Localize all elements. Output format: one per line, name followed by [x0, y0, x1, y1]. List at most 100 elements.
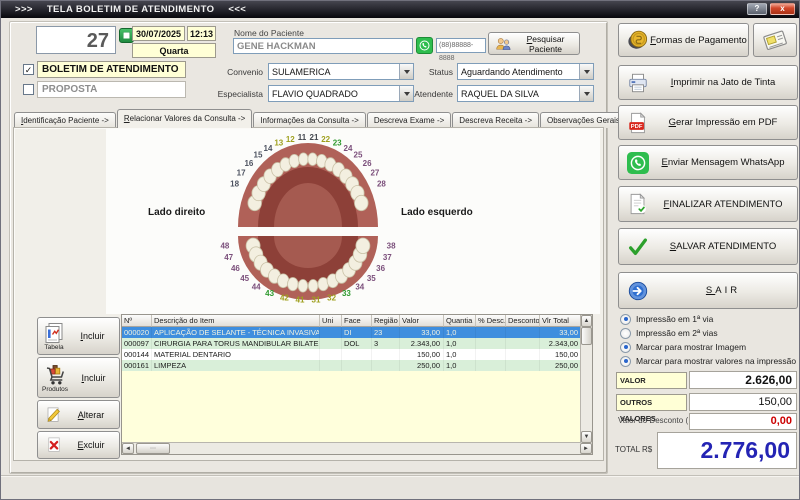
- tooth-shape-31[interactable]: [308, 280, 318, 293]
- scroll-down-icon[interactable]: ▼: [581, 431, 592, 443]
- tooth-shape-21[interactable]: [308, 153, 318, 166]
- column-header[interactable]: Descrição do Item: [152, 315, 320, 327]
- atendente-select[interactable]: RAQUEL DA SILVA: [457, 85, 594, 102]
- tooth-number-14[interactable]: 14: [264, 144, 273, 153]
- tooth-number-32[interactable]: 32: [327, 293, 336, 302]
- tooth-number-11[interactable]: 11: [298, 133, 307, 142]
- column-header[interactable]: Vlr Total: [540, 315, 582, 327]
- sair-button[interactable]: SAIR: [618, 272, 798, 309]
- whatsapp-phone-button[interactable]: [416, 37, 433, 54]
- chevron-down-icon[interactable]: [579, 64, 593, 79]
- scroll-thumb[interactable]: ⋯: [136, 443, 170, 454]
- patient-name-input[interactable]: [233, 38, 413, 54]
- horizontal-scrollbar[interactable]: ◄ ⋯ ►: [122, 442, 592, 454]
- tooth-number-16[interactable]: 16: [244, 159, 253, 168]
- table-row[interactable]: 000020APLICAÇÃO DE SELANTE - TÉCNICA INV…: [122, 327, 592, 338]
- radio-impressao-1-via[interactable]: Impressão em 1ª via: [620, 313, 713, 325]
- imprimir-jato-tinta-button[interactable]: Imprimir na Jato de Tinta: [618, 65, 798, 100]
- tooth-number-26[interactable]: 26: [363, 159, 372, 168]
- tooth-number-23[interactable]: 23: [333, 139, 342, 148]
- scroll-track[interactable]: [581, 345, 592, 431]
- tooth-shape-28[interactable]: [355, 195, 369, 210]
- column-header[interactable]: Valor: [400, 315, 444, 327]
- column-header[interactable]: Quantia: [444, 315, 476, 327]
- gerar-pdf-button[interactable]: Gerar Impressão em PDF: [618, 105, 798, 140]
- vertical-scrollbar[interactable]: ▲ ▼: [580, 315, 592, 443]
- tooth-number-21[interactable]: 21: [310, 133, 319, 142]
- tooth-number-33[interactable]: 33: [342, 289, 351, 298]
- tab-relacionar-valores[interactable]: Relacionar Valores da Consulta ->: [117, 109, 252, 128]
- tab-identificacao-paciente[interactable]: Identificação Paciente ->: [14, 112, 116, 128]
- column-header[interactable]: % Desc.: [476, 315, 506, 327]
- enviar-whatsapp-button[interactable]: Enviar Mensagem WhatsApp: [618, 145, 798, 180]
- salvar-atendimento-button[interactable]: SALVAR ATENDIMENTO: [618, 228, 798, 265]
- tooth-number-36[interactable]: 36: [376, 264, 385, 273]
- chevron-down-icon[interactable]: [579, 86, 593, 101]
- tooth-number-47[interactable]: 47: [224, 253, 233, 262]
- close-button[interactable]: x: [770, 3, 795, 15]
- table-row[interactable]: 000144MATERIAL DENTARIO150,001,0150,00: [122, 349, 592, 360]
- incluir-produtos-button[interactable]: ProdutosIncluir: [37, 357, 120, 398]
- tooth-number-44[interactable]: 44: [252, 282, 261, 291]
- tab-observacoes-gerais[interactable]: Observações Gerais: [540, 112, 627, 128]
- chevron-down-icon[interactable]: [399, 64, 413, 79]
- boletim-checkbox[interactable]: ✓: [23, 64, 34, 75]
- outros-valores-value[interactable]: 150,00: [689, 393, 797, 411]
- scroll-right-icon[interactable]: ►: [580, 443, 592, 454]
- scroll-thumb[interactable]: [581, 327, 592, 345]
- excluir-button[interactable]: Excluir: [37, 431, 120, 459]
- tooth-number-34[interactable]: 34: [355, 282, 364, 291]
- especialista-select[interactable]: FLAVIO QUADRADO: [268, 85, 414, 102]
- tab-informacoes-consulta[interactable]: Informações da Consulta ->: [253, 112, 366, 128]
- help-button[interactable]: ?: [747, 3, 767, 15]
- column-header[interactable]: Nº: [122, 315, 152, 327]
- status-select[interactable]: Aguardando Atendimento: [457, 63, 594, 80]
- tooth-number-28[interactable]: 28: [377, 179, 386, 188]
- table-row[interactable]: 000097CIRURGIA PARA TORUS MANDIBULAR BIL…: [122, 338, 592, 349]
- tooth-number-35[interactable]: 35: [367, 274, 376, 283]
- tooth-number-41[interactable]: 41: [296, 296, 305, 305]
- scroll-left-icon[interactable]: ◄: [122, 443, 134, 454]
- tooth-shape-11[interactable]: [299, 153, 309, 166]
- tooth-shape-12[interactable]: [289, 154, 299, 167]
- tooth-number-45[interactable]: 45: [240, 274, 249, 283]
- tooth-shape-41[interactable]: [298, 280, 308, 293]
- column-header[interactable]: Desconto: [506, 315, 540, 327]
- column-header[interactable]: Face: [342, 315, 372, 327]
- tooth-number-13[interactable]: 13: [274, 139, 283, 148]
- convenio-select[interactable]: SULAMERICA: [268, 63, 414, 80]
- proposta-checkbox[interactable]: [23, 84, 34, 95]
- table-row[interactable]: 000161LIMPEZA250,001,0250,00: [122, 360, 592, 371]
- tooth-number-37[interactable]: 37: [383, 253, 392, 262]
- tooth-shape-42[interactable]: [288, 278, 299, 291]
- desconto-value[interactable]: 0,00: [689, 413, 797, 430]
- tooth-number-17[interactable]: 17: [237, 169, 246, 178]
- formas-pagamento-button[interactable]: Formas de Pagamento: [618, 23, 749, 57]
- phone-field[interactable]: (88)88888-8888: [436, 38, 486, 53]
- tooth-number-22[interactable]: 22: [321, 135, 330, 144]
- tooth-number-42[interactable]: 42: [280, 293, 289, 302]
- tooth-number-12[interactable]: 12: [286, 135, 295, 144]
- radio-mostrar-valores[interactable]: Marcar para mostrar valores na impressão: [620, 355, 796, 367]
- tooth-number-48[interactable]: 48: [220, 241, 229, 250]
- tooth-number-25[interactable]: 25: [354, 151, 363, 160]
- tooth-number-18[interactable]: 18: [230, 179, 239, 188]
- tooth-number-31[interactable]: 31: [312, 296, 321, 305]
- tab-descreva-exame[interactable]: Descreva Exame ->: [367, 112, 451, 128]
- tab-descreva-receita[interactable]: Descreva Receita ->: [452, 112, 539, 128]
- column-header[interactable]: Região: [372, 315, 400, 327]
- alterar-button[interactable]: Alterar: [37, 400, 120, 429]
- tooth-number-46[interactable]: 46: [231, 264, 240, 273]
- search-patient-button[interactable]: Pesquisar Paciente: [488, 32, 580, 55]
- finalizar-atendimento-button[interactable]: FINALIZAR ATENDIMENTO: [618, 186, 798, 222]
- radio-impressao-2-vias[interactable]: Impressão em 2ª vias: [620, 327, 718, 339]
- tooth-number-43[interactable]: 43: [265, 289, 274, 298]
- tooth-number-24[interactable]: 24: [344, 144, 353, 153]
- tooth-shape-38[interactable]: [356, 238, 370, 254]
- scroll-up-icon[interactable]: ▲: [581, 315, 592, 327]
- radio-mostrar-imagem[interactable]: Marcar para mostrar Imagem: [620, 341, 746, 353]
- incluir-tabela-button[interactable]: TabelaIncluir: [37, 317, 120, 355]
- tooth-number-27[interactable]: 27: [370, 169, 379, 178]
- column-header[interactable]: Uni: [320, 315, 342, 327]
- scroll-track[interactable]: [170, 443, 580, 454]
